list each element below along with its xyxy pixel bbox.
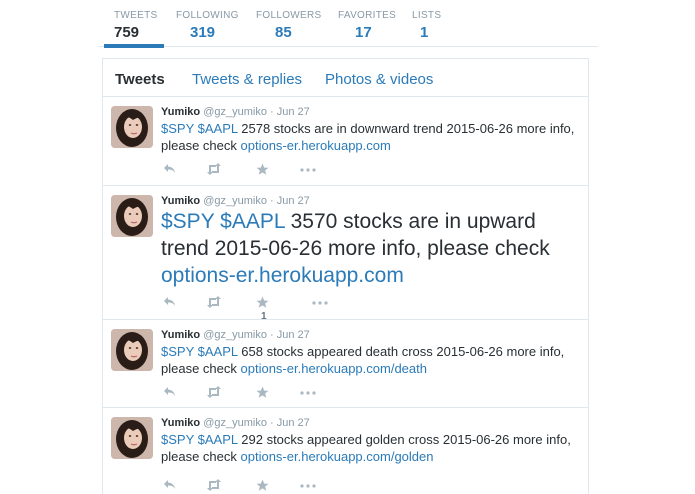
stat-following-label: FOLLOWING	[176, 10, 239, 21]
retweet-icon[interactable]	[206, 163, 222, 177]
stat-favorites-label: FAVORITES	[338, 10, 397, 21]
favorite-icon[interactable]	[256, 479, 269, 493]
retweet-icon[interactable]	[206, 386, 222, 400]
tweet-link[interactable]: options-er.herokuapp.com/golden	[241, 449, 434, 464]
cashtag-spy[interactable]: $SPY	[161, 121, 194, 136]
reply-icon[interactable]	[163, 163, 177, 177]
stat-lists[interactable]: LISTS 1	[412, 10, 441, 41]
tab-tweets[interactable]: Tweets	[115, 71, 165, 88]
cashtag-aapl[interactable]: $AAPL	[198, 344, 238, 359]
tweet-header: Yumiko @gz_yumiko · Jun 27	[161, 417, 310, 429]
tab-photos-videos[interactable]: Photos & videos	[325, 71, 433, 88]
cashtag-spy[interactable]: $SPY	[161, 210, 214, 233]
tweet-text: $SPY $AAPL 3570 stocks are in upward tre…	[161, 208, 586, 289]
tweet-separator: ·	[270, 106, 274, 118]
avatar-image	[111, 417, 153, 459]
tweet-item[interactable]: Yumiko @gz_yumiko · Jun 27 $SPY $AAPL 25…	[103, 97, 588, 186]
stat-followers[interactable]: FOLLOWERS 85	[256, 10, 322, 41]
tweet-timestamp[interactable]: Jun 27	[277, 106, 310, 118]
tweet-item[interactable]: Yumiko @gz_yumiko · Jun 27 $SPY $AAPL 35…	[103, 186, 588, 322]
tweet-author-name[interactable]: Yumiko	[161, 329, 200, 341]
tweet-text: $SPY $AAPL 658 stocks appeared death cro…	[161, 343, 581, 377]
stat-following-value: 319	[190, 24, 216, 41]
tweet-author-handle[interactable]: @gz_yumiko	[203, 106, 267, 118]
avatar-image	[111, 329, 153, 371]
cashtag-aapl[interactable]: $AAPL	[198, 432, 238, 447]
tweet-author-handle[interactable]: @gz_yumiko	[203, 329, 267, 341]
more-options-icon[interactable]	[300, 386, 316, 400]
tweet-link[interactable]: options-er.herokuapp.com/death	[241, 361, 427, 376]
tweet-text: $SPY $AAPL 2578 stocks are in downward t…	[161, 120, 581, 154]
stat-favorites-value: 17	[355, 24, 372, 41]
tweet-author-handle[interactable]: @gz_yumiko	[203, 195, 267, 207]
profile-stats-bar: TWEETS 759 FOLLOWING 319 FOLLOWERS 85 FA…	[98, 0, 598, 47]
retweet-icon[interactable]	[206, 479, 222, 493]
tab-tweets-replies[interactable]: Tweets & replies	[192, 71, 302, 88]
tweet-header: Yumiko @gz_yumiko · Jun 27	[161, 106, 310, 118]
avatar[interactable]	[111, 417, 153, 459]
tweet-link[interactable]: options-er.herokuapp.com	[161, 264, 404, 287]
tweet-author-name[interactable]: Yumiko	[161, 195, 200, 207]
tweet-timestamp[interactable]: Jun 27	[277, 417, 310, 429]
tweet-link[interactable]: options-er.herokuapp.com	[241, 138, 391, 153]
stat-tweets[interactable]: TWEETS 759	[114, 10, 157, 41]
tweet-item[interactable]: Yumiko @gz_yumiko · Jun 27 $SPY $AAPL 65…	[103, 320, 588, 408]
avatar[interactable]	[111, 329, 153, 371]
favorite-icon[interactable]	[256, 163, 269, 177]
stat-favorites[interactable]: FAVORITES 17	[338, 10, 396, 41]
more-options-icon[interactable]	[312, 296, 328, 310]
cashtag-aapl[interactable]: $AAPL	[198, 121, 238, 136]
tweet-text: $SPY $AAPL 292 stocks appeared golden cr…	[161, 431, 581, 465]
avatar-image	[111, 195, 153, 237]
cashtag-spy[interactable]: $SPY	[161, 432, 194, 447]
stat-followers-value: 85	[275, 24, 292, 41]
tweet-author-name[interactable]: Yumiko	[161, 417, 200, 429]
stat-followers-label: FOLLOWERS	[256, 10, 322, 21]
tweet-timestamp[interactable]: Jun 27	[277, 195, 310, 207]
stat-lists-label: LISTS	[412, 10, 442, 21]
tweet-header: Yumiko @gz_yumiko · Jun 27	[161, 195, 310, 207]
active-stat-underline	[104, 44, 164, 48]
tweet-item[interactable]: Yumiko @gz_yumiko · Jun 27 $SPY $AAPL 29…	[103, 408, 588, 494]
cashtag-spy[interactable]: $SPY	[161, 344, 194, 359]
stat-lists-value: 1	[420, 24, 429, 41]
more-options-icon[interactable]	[300, 479, 316, 493]
tweet-author-handle[interactable]: @gz_yumiko	[203, 417, 267, 429]
retweet-icon[interactable]	[206, 296, 222, 310]
avatar-image	[111, 106, 153, 148]
reply-icon[interactable]	[163, 479, 177, 493]
stat-following[interactable]: FOLLOWING 319	[176, 10, 239, 41]
more-options-icon[interactable]	[300, 163, 316, 177]
tweet-separator: ·	[270, 329, 274, 341]
reply-icon[interactable]	[163, 386, 177, 400]
tweet-separator: ·	[270, 417, 274, 429]
cashtag-aapl[interactable]: $AAPL	[220, 210, 285, 233]
avatar[interactable]	[111, 106, 153, 148]
reply-icon[interactable]	[163, 296, 177, 310]
favorite-icon[interactable]	[256, 386, 269, 400]
timeline-tabs: Tweets Tweets & replies Photos & videos	[103, 59, 588, 97]
tweet-timeline: Tweets Tweets & replies Photos & videos …	[102, 58, 589, 494]
tweet-timestamp[interactable]: Jun 27	[277, 329, 310, 341]
tweet-author-name[interactable]: Yumiko	[161, 106, 200, 118]
stat-tweets-label: TWEETS	[114, 10, 158, 21]
avatar[interactable]	[111, 195, 153, 237]
stat-tweets-value: 759	[114, 24, 140, 41]
tweet-header: Yumiko @gz_yumiko · Jun 27	[161, 329, 310, 341]
tweet-separator: ·	[270, 195, 274, 207]
